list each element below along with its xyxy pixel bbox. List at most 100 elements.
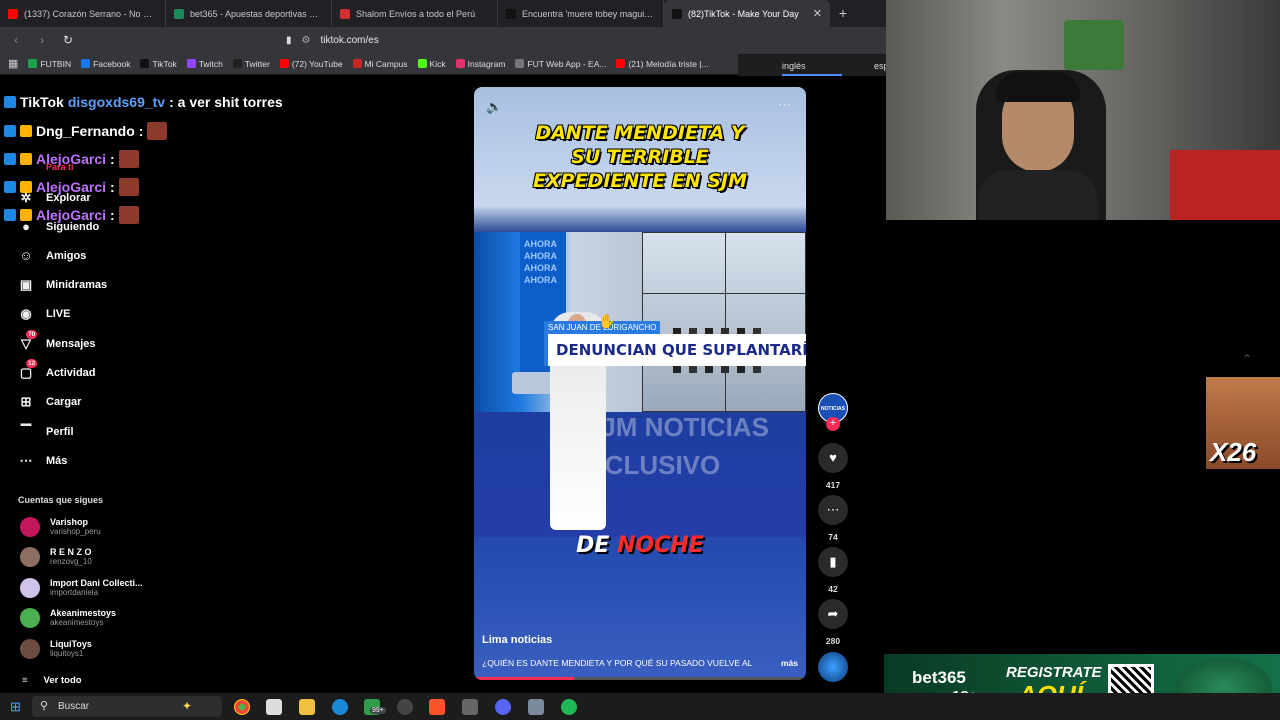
apps-grid-icon[interactable]: ▦ bbox=[8, 57, 18, 70]
browser-tab[interactable]: (82)TikTok - Make Your Day ✕ bbox=[664, 0, 830, 27]
more-options-icon[interactable]: ⋯ bbox=[778, 97, 791, 113]
sidebar-item-mensajes[interactable]: ▽ 70 Mensajes bbox=[18, 330, 96, 352]
chat-badge-icon bbox=[4, 125, 16, 137]
store-icon[interactable] bbox=[266, 699, 282, 715]
save-button[interactable]: ▮ 42 bbox=[818, 547, 848, 594]
language-bar: inglés esp bbox=[738, 54, 889, 76]
volume-icon[interactable]: 🔈 bbox=[486, 99, 502, 115]
browser-tab[interactable]: bet365 - Apuestas deportivas en la r bbox=[166, 0, 332, 27]
video-author[interactable]: Lima noticias bbox=[482, 634, 552, 646]
bookmark-item[interactable]: TikTok bbox=[140, 59, 177, 69]
chat-badge-icon bbox=[4, 96, 16, 108]
new-tab-button[interactable]: + bbox=[830, 0, 856, 27]
windows-start-icon[interactable]: ⊞ bbox=[10, 699, 21, 715]
close-tab-icon[interactable]: ✕ bbox=[813, 7, 822, 20]
chat-badge-icon bbox=[4, 209, 16, 221]
lang-option-english[interactable]: inglés bbox=[782, 61, 806, 71]
bookmark-item[interactable]: Kick bbox=[417, 59, 446, 69]
sidebar-item-minidramas[interactable]: ▣ Minidramas bbox=[18, 277, 107, 293]
bookmark-favicon-icon bbox=[81, 59, 91, 68]
chrome-icon[interactable] bbox=[234, 699, 250, 715]
bookmark-item[interactable]: (72) YouTube bbox=[279, 59, 343, 69]
following-item[interactable]: Varishop varishop_peru bbox=[20, 517, 101, 537]
list-icon: ≡ bbox=[22, 675, 28, 686]
following-item[interactable]: R E N Z Orenzovg_10 bbox=[20, 547, 92, 567]
badge-count: 70 bbox=[26, 330, 38, 339]
more-link[interactable]: más bbox=[781, 658, 798, 668]
avatar bbox=[20, 547, 40, 567]
bookmark-item[interactable]: Twitch bbox=[186, 59, 223, 69]
comment-button[interactable]: ⋯ 74 bbox=[818, 495, 848, 542]
sidebar-item-live[interactable]: ◉ LIVE bbox=[18, 306, 70, 322]
share-button[interactable]: ➦ 280 bbox=[818, 599, 848, 646]
video-description: ¿QUIÉN ES DANTE MENDIETA Y POR QUÉ SU PA… bbox=[482, 658, 798, 668]
app2-icon[interactable] bbox=[462, 699, 478, 715]
bookmark-item[interactable]: Instagram bbox=[455, 59, 505, 69]
taskbar-search[interactable]: ⚲ Buscar ✦ bbox=[32, 696, 222, 717]
ad-brand: bet365 bbox=[912, 668, 966, 687]
browser-tab-bar: (1337) Corazón Serrano - No Eres Únbet36… bbox=[0, 0, 886, 27]
forward-icon[interactable]: › bbox=[34, 33, 50, 47]
site-info-icon[interactable]: ⚙ bbox=[302, 35, 311, 46]
app-icon[interactable] bbox=[397, 699, 413, 715]
reload-icon[interactable]: ↻ bbox=[60, 33, 76, 47]
badge-count: 12 bbox=[26, 359, 38, 368]
sub-badge-icon bbox=[20, 153, 32, 165]
bookmark-item[interactable]: Facebook bbox=[81, 59, 130, 69]
sub-badge-icon bbox=[20, 125, 32, 137]
app3-icon[interactable] bbox=[528, 699, 544, 715]
sidebar-item-actividad[interactable]: ▢ 12 Actividad bbox=[18, 359, 96, 381]
bookmark-favicon-icon bbox=[515, 59, 525, 68]
following-item[interactable]: Import Dani Collecti... importdaniela bbox=[20, 578, 143, 598]
bookmark-item[interactable]: FUTBIN bbox=[28, 59, 71, 69]
sub-badge-icon bbox=[20, 209, 32, 221]
bookmark-favicon-icon bbox=[140, 59, 150, 68]
sidebar-item-para-ti[interactable]: Para ti bbox=[46, 162, 74, 172]
profile-icon: ▔ bbox=[21, 424, 31, 439]
see-all-link[interactable]: ≡ Ver todo bbox=[22, 675, 82, 686]
url-field[interactable]: tiktok.com/es bbox=[320, 35, 378, 46]
browser-tab[interactable]: Encuentra 'muere tobey maguire' en bbox=[498, 0, 664, 27]
tab-favicon-icon bbox=[340, 8, 350, 19]
messages-icon: ▽ 70 bbox=[21, 330, 38, 351]
bookmark-item[interactable]: FUT Web App - EA... bbox=[515, 59, 606, 69]
sidebar-item-ms[interactable]: ⋯ Más bbox=[18, 453, 68, 469]
bookmark-favicon-icon bbox=[455, 59, 465, 68]
spotify-icon[interactable] bbox=[561, 699, 577, 715]
video-progress-bar[interactable] bbox=[474, 677, 806, 680]
scroll-up-icon[interactable]: ⌃ bbox=[1242, 352, 1252, 366]
following-item[interactable]: Akeanimestoys akeanimestoys bbox=[20, 608, 116, 628]
wall-poster bbox=[1064, 20, 1124, 70]
sidebar-item-amigos[interactable]: ☺ Amigos bbox=[18, 248, 86, 264]
tab-favicon-icon bbox=[174, 8, 184, 19]
back-icon[interactable]: ‹ bbox=[8, 33, 24, 47]
share-icon: ➦ bbox=[818, 599, 848, 629]
music-disc-icon[interactable] bbox=[818, 652, 848, 682]
bookmark-icon[interactable]: ▮ bbox=[286, 35, 292, 46]
follow-plus-icon[interactable]: + bbox=[826, 417, 840, 431]
edge-icon[interactable] bbox=[332, 699, 348, 715]
news-band: SJM NOTICIAS EXCLUSIVO bbox=[474, 412, 806, 537]
avatar bbox=[20, 517, 40, 537]
following-item[interactable]: LiquiToys liquitoys1 bbox=[20, 639, 92, 659]
bookmark-item[interactable]: Twitter bbox=[232, 59, 270, 69]
file-explorer-icon[interactable] bbox=[299, 699, 315, 715]
bookmark-item[interactable]: Mi Campus bbox=[352, 59, 408, 69]
bookmark-favicon-icon bbox=[28, 59, 38, 68]
chat-message: Dng_Fernando: bbox=[4, 122, 168, 140]
sidebar-item-perfil[interactable]: ▔ Perfil bbox=[18, 424, 74, 440]
video-player[interactable]: 🔈 ⋯ DANTE MENDIETA Y SU TERRIBLE EXPEDIE… bbox=[474, 87, 806, 680]
bookmark-favicon-icon bbox=[417, 59, 427, 68]
chat-message: TikTok disgoxds69_tv: a ver shit torres bbox=[4, 94, 283, 110]
sidebar-item-cargar[interactable]: ⊞ Cargar bbox=[18, 394, 82, 410]
brave-icon[interactable] bbox=[429, 699, 445, 715]
discord-icon[interactable] bbox=[495, 699, 511, 715]
browser-tab[interactable]: (1337) Corazón Serrano - No Eres Ún bbox=[0, 0, 166, 27]
browser-tab[interactable]: Shalom Envíos a todo el Perú bbox=[332, 0, 498, 27]
friends-icon: ☺ bbox=[19, 248, 33, 263]
bookmark-item[interactable]: (21) Melodía triste |... bbox=[616, 59, 709, 69]
ad-cta-1: REGISTRATE bbox=[1006, 664, 1102, 681]
like-button[interactable]: ♥ 417 bbox=[818, 443, 848, 490]
windows-taskbar: ⊞ ⚲ Buscar ✦ 99+ bbox=[0, 693, 1280, 720]
live-icon: ◉ bbox=[20, 306, 32, 321]
